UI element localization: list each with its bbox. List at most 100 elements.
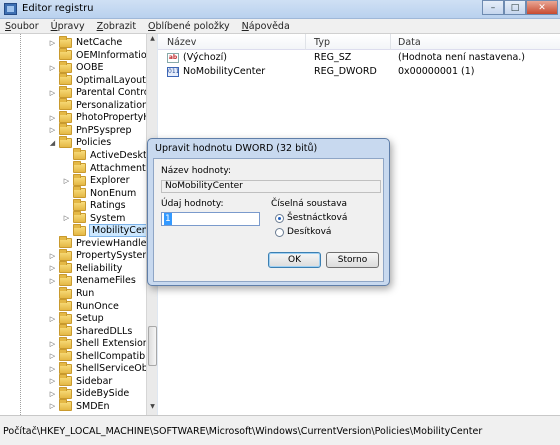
radio-decimal[interactable]: Desítková	[275, 227, 331, 237]
tree-item[interactable]: ▷ SideBySide	[48, 386, 129, 400]
tree-item[interactable]: ▷ SMDEn	[48, 399, 110, 413]
tree-item[interactable]: ▷ Explorer	[62, 173, 130, 187]
column-type[interactable]: Typ	[314, 37, 330, 48]
value-row[interactable]: ab (Výchozí) REG_SZ (Hodnota není nastav…	[158, 52, 560, 65]
expand-arrow-icon[interactable]: ▷	[48, 113, 57, 122]
no-expander	[62, 151, 71, 160]
tree-item[interactable]: OEMInformation	[48, 48, 153, 62]
maximize-button[interactable]: □	[504, 0, 526, 15]
expand-arrow-icon[interactable]: ▷	[48, 352, 57, 361]
value-data: (Hodnota není nastavena.)	[398, 52, 526, 63]
tree-item[interactable]: ▷ NetCache	[48, 35, 123, 49]
menu-bar: Soubor Úpravy Zobrazit Oblíbené položky …	[0, 19, 560, 34]
column-separator[interactable]	[390, 34, 391, 50]
tree-item[interactable]: Run	[48, 286, 94, 300]
tree-item[interactable]: SharedDLLs	[48, 324, 132, 338]
tree-item[interactable]: ActiveDesktop	[62, 148, 156, 162]
tree-item[interactable]: Ratings	[62, 198, 126, 212]
value-data-input[interactable]: 1	[161, 212, 260, 226]
menu-favorites[interactable]: Oblíbené položky	[148, 21, 230, 32]
expand-arrow-icon[interactable]: ▷	[48, 88, 57, 97]
dialog-title: Upravit hodnotu DWORD (32 bitů)	[155, 143, 318, 154]
tree-item[interactable]: ▷ RenameFiles	[48, 273, 136, 287]
menu-file[interactable]: Soubor	[5, 21, 39, 32]
folder-icon	[59, 386, 72, 399]
tree-item[interactable]: PreviewHandlers	[48, 236, 156, 250]
radio-dec-indicator[interactable]	[275, 227, 284, 237]
tree-item[interactable]: ▷ ShellServiceObjectD	[48, 361, 156, 375]
tree-item[interactable]: ▷ ShellCompatibility	[48, 349, 156, 363]
column-separator[interactable]	[305, 34, 306, 50]
expand-arrow-icon[interactable]: ▷	[48, 314, 57, 323]
folder-icon	[59, 123, 72, 136]
folder-icon	[73, 148, 86, 161]
value-name: NoMobilityCenter	[183, 66, 266, 77]
expand-arrow-icon[interactable]: ▷	[48, 364, 57, 373]
tree-item-label: RenameFiles	[76, 275, 136, 287]
no-expander	[48, 51, 57, 60]
tree-item-label: OptimalLayout	[76, 74, 146, 86]
expand-arrow-icon[interactable]: ▷	[48, 264, 57, 273]
tree-item[interactable]: Attachments	[62, 161, 151, 175]
close-button[interactable]: ✕	[526, 0, 558, 15]
expand-arrow-icon[interactable]: ▷	[48, 389, 57, 398]
column-data[interactable]: Data	[398, 37, 421, 48]
minimize-button[interactable]: –	[482, 0, 504, 15]
registry-key-tree[interactable]: ▷ NetCache OEMInformation ▷ OOBE OptimalLayou…	[0, 34, 157, 415]
tree-item[interactable]: NonEnum	[62, 186, 136, 200]
tree-item[interactable]: ◢ Policies	[48, 135, 111, 149]
tree-item[interactable]: OptimalLayout	[48, 73, 146, 87]
tree-item-label: PreviewHandlers	[76, 237, 156, 249]
tree-item-label: OEMInformation	[76, 49, 153, 61]
value-name: (Výchozí)	[183, 52, 227, 63]
tree-item[interactable]: ▷ System	[62, 211, 125, 225]
tree-item[interactable]: ▷ Setup	[48, 311, 104, 325]
scroll-down-arrow-icon[interactable]: ▼	[148, 403, 157, 413]
menu-edit[interactable]: Úpravy	[51, 21, 85, 32]
expand-arrow-icon[interactable]: ▷	[62, 176, 71, 185]
cancel-button[interactable]: Storno	[326, 252, 379, 268]
value-row[interactable]: 011 NoMobilityCenter REG_DWORD 0x0000000…	[158, 66, 560, 79]
folder-icon	[59, 273, 72, 286]
tree-item[interactable]: RunOnce	[48, 299, 119, 313]
menu-view[interactable]: Zobrazit	[97, 21, 136, 32]
tree-item[interactable]: ▷ PhotoPropertyHand	[48, 110, 156, 124]
tree-item[interactable]: Personalization	[48, 98, 149, 112]
tree-item[interactable]: MobilityCenter	[62, 223, 156, 238]
tree-item-label: NetCache	[76, 37, 123, 48]
radio-hex-indicator[interactable]	[275, 213, 284, 223]
folder-icon	[59, 48, 72, 61]
tree-item-label: PhotoPropertyHand	[76, 112, 156, 124]
column-name[interactable]: Název	[167, 37, 196, 48]
tree-item[interactable]: ▷ Shell Extensions	[48, 336, 154, 350]
tree-item[interactable]: ▷ PropertySystem	[48, 248, 152, 262]
menu-help[interactable]: Nápověda	[242, 21, 290, 32]
expand-arrow-icon[interactable]: ◢	[48, 138, 57, 147]
folder-icon	[59, 261, 72, 274]
expand-arrow-icon[interactable]: ▷	[48, 251, 57, 260]
expand-arrow-icon[interactable]: ▷	[62, 214, 71, 223]
expand-arrow-icon[interactable]: ▷	[48, 402, 57, 411]
expand-arrow-icon[interactable]: ▷	[48, 339, 57, 348]
no-expander	[48, 327, 57, 336]
tree-item[interactable]: ▷ OOBE	[48, 60, 103, 74]
radio-hexadecimal[interactable]: Šestnáctková	[275, 213, 347, 223]
folder-icon	[59, 286, 72, 299]
tree-item-label: Personalization	[76, 99, 149, 111]
tree-item[interactable]: ▷ Parental Controls	[48, 85, 156, 99]
base-group-label: Číselná soustava	[271, 199, 348, 209]
string-value-icon: ab	[167, 53, 179, 63]
expand-arrow-icon[interactable]: ▷	[48, 276, 57, 285]
tree-item-label: Sidebar	[76, 375, 113, 387]
expand-arrow-icon[interactable]: ▷	[48, 126, 57, 135]
expand-arrow-icon[interactable]: ▷	[48, 377, 57, 386]
tree-scroll-thumb[interactable]	[148, 326, 157, 366]
scroll-up-arrow-icon[interactable]: ▲	[148, 35, 157, 45]
radio-dec-label: Desítková	[287, 227, 332, 237]
expand-arrow-icon[interactable]: ▷	[48, 38, 57, 47]
tree-item[interactable]: ▷ PnPSysprep	[48, 123, 132, 137]
tree-item[interactable]: ▷ Reliability	[48, 261, 122, 275]
expand-arrow-icon[interactable]: ▷	[48, 63, 57, 72]
ok-button[interactable]: OK	[268, 252, 321, 268]
tree-item[interactable]: ▷ Sidebar	[48, 374, 113, 388]
